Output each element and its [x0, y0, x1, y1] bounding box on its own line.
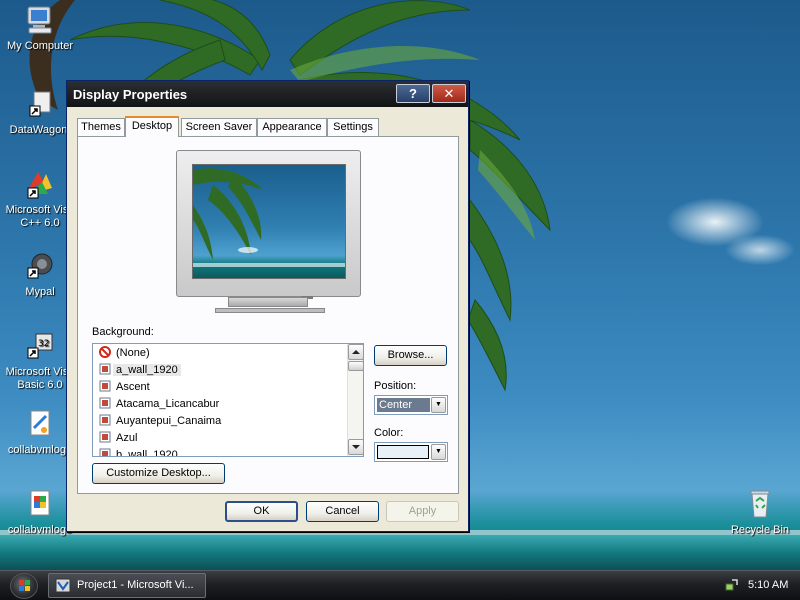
apply-button[interactable]: Apply	[386, 501, 459, 522]
start-button[interactable]	[10, 573, 38, 599]
recycle-bin-icon	[744, 488, 776, 520]
scroll-thumb[interactable]	[348, 361, 363, 371]
image-file-icon	[24, 488, 56, 520]
network-icon[interactable]	[725, 578, 739, 592]
browse-button[interactable]: Browse...	[374, 345, 447, 366]
window-title: Display Properties	[73, 87, 188, 102]
list-item[interactable]: Ascent	[99, 379, 150, 396]
background-list[interactable]: (None) a_wall_1920 Ascent Atacama_Licanc…	[92, 343, 364, 457]
list-item[interactable]: Auyantepui_Canaima	[99, 413, 221, 430]
wallpaper-file-icon	[99, 448, 111, 456]
visual-basic-icon: 32	[24, 330, 56, 362]
list-item-label: Auyantepui_Canaima	[116, 415, 222, 427]
desktop-icon-label: Recycle Bin	[730, 524, 790, 536]
position-select[interactable]: Center ▼	[374, 395, 448, 415]
wallpaper-file-icon	[99, 363, 111, 375]
taskbar-button-project1[interactable]: Project1 - Microsoft Vi...	[48, 573, 206, 598]
color-picker[interactable]: ▼	[374, 442, 448, 462]
shortcut-icon	[24, 88, 56, 120]
background-label: Background:	[92, 326, 154, 338]
svg-text:32: 32	[38, 339, 49, 349]
position-value: Center	[377, 398, 430, 412]
windows-logo-icon	[19, 580, 30, 591]
desktop-icon-my-computer[interactable]: My Computer	[0, 4, 80, 53]
wallpaper-file-icon	[99, 414, 111, 426]
desktop-icon-recycle-bin[interactable]: Recycle Bin	[720, 488, 800, 537]
desktop-icon-label: My Computer	[6, 40, 74, 52]
taskbar-button-label: Project1 - Microsoft Vi...	[77, 579, 194, 591]
list-item[interactable]: b_wall_1920	[99, 447, 178, 457]
wallpaper-preview	[192, 164, 346, 279]
system-clock[interactable]: 5:10 AM	[748, 579, 788, 591]
wallpaper-file-icon	[99, 397, 111, 409]
mypal-icon	[24, 250, 56, 282]
monitor-preview	[176, 150, 361, 299]
title-bar[interactable]: Display Properties ? ✕	[67, 81, 468, 107]
list-item-label: Ascent	[116, 381, 150, 393]
close-button[interactable]: ✕	[432, 84, 466, 103]
list-item[interactable]: Atacama_Licancabur	[99, 396, 219, 413]
list-item[interactable]: Azul	[99, 430, 137, 447]
tab-settings[interactable]: Settings	[327, 118, 379, 136]
tab-themes[interactable]: Themes	[77, 118, 125, 136]
tab-desktop[interactable]: Desktop	[125, 116, 179, 137]
color-swatch	[377, 445, 429, 459]
my-computer-icon	[24, 4, 56, 36]
arrow-down-icon	[352, 445, 360, 449]
image-file-icon	[24, 408, 56, 440]
list-item-label: Atacama_Licancabur	[116, 398, 220, 410]
wallpaper-file-icon	[99, 431, 111, 443]
visual-cpp-icon	[24, 168, 56, 200]
position-label: Position:	[374, 380, 417, 392]
tab-screen-saver[interactable]: Screen Saver	[181, 118, 257, 136]
help-button[interactable]: ?	[396, 84, 430, 103]
preview-palm	[193, 168, 345, 267]
monitor-neck	[228, 297, 308, 307]
list-item-label: b_wall_1920	[116, 449, 178, 457]
none-icon	[99, 346, 111, 358]
taskbar: Project1 - Microsoft Vi... 5:10 AM	[0, 570, 800, 600]
wallpaper-file-icon	[99, 380, 111, 392]
list-item-label: Azul	[116, 432, 138, 444]
monitor-base	[215, 308, 325, 313]
scroll-down-button[interactable]	[348, 439, 363, 455]
ok-button[interactable]: OK	[225, 501, 298, 522]
list-item-label: a_wall_1920	[113, 364, 181, 376]
display-properties-window: Display Properties ? ✕ Themes Desktop Sc…	[66, 80, 469, 532]
arrow-up-icon	[352, 350, 360, 354]
chevron-down-icon[interactable]: ▼	[431, 444, 446, 460]
list-item-selected[interactable]: a_wall_1920	[99, 362, 181, 379]
tab-appearance[interactable]: Appearance	[257, 118, 327, 136]
desktop-tab-panel: Background: (None) a_wall_1920 Ascent At…	[77, 136, 459, 494]
scroll-up-button[interactable]	[348, 344, 363, 360]
list-item-label: (None)	[116, 347, 150, 359]
list-scrollbar[interactable]	[347, 344, 363, 456]
customize-desktop-button[interactable]: Customize Desktop...	[92, 463, 225, 484]
cancel-button[interactable]: Cancel	[306, 501, 379, 522]
color-label: Color:	[374, 427, 404, 439]
list-item[interactable]: (None)	[99, 345, 150, 362]
visual-basic-icon	[55, 578, 71, 593]
chevron-down-icon[interactable]: ▼	[431, 397, 446, 413]
